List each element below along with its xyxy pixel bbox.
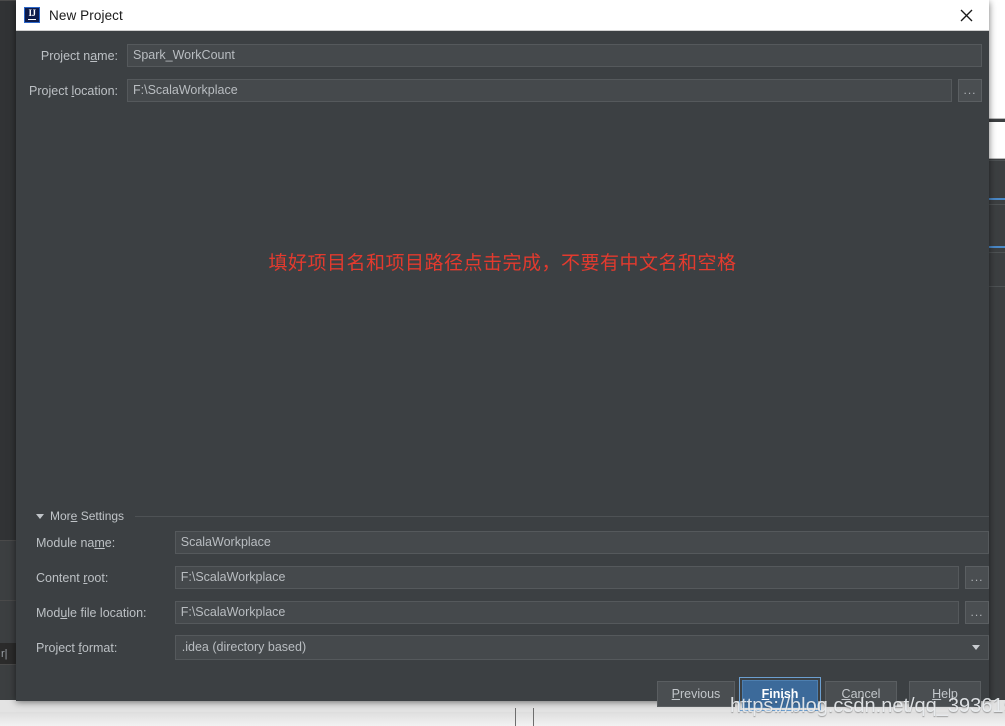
dialog-body: Project name: Spark_WorkCount Project lo… [16,31,989,711]
project-format-selected-value: .idea (directory based) [181,640,307,654]
bg-left-panel-lower [0,600,16,643]
project-format-label: Project format: [36,640,118,655]
bg-taskbar-divider [533,708,534,726]
bg-left-panel-mid [0,540,16,601]
bg-left-panel-bottom [0,664,16,701]
bg-taskbar-divider [515,708,516,726]
more-settings-header[interactable]: More Settings [36,509,989,523]
module-file-location-row: Module file location: F:\ScalaWorkplace … [16,601,989,624]
new-project-dialog: IJ New Project Project name: Spark_WorkC… [16,0,989,711]
module-name-input[interactable]: ScalaWorkplace [174,531,989,554]
previous-button[interactable]: Previous [657,681,735,707]
intellij-idea-logo-icon: IJ [24,7,40,23]
project-format-row: Project format: .idea (directory based) [16,635,989,660]
module-name-label: Module name: [36,535,116,550]
module-name-row: Module name: ScalaWorkplace [16,531,989,554]
project-name-row: Project name: Spark_WorkCount [16,44,989,67]
bg-left-fragment-text: r| [1,648,8,660]
project-location-browse-button[interactable]: ... [958,79,982,102]
bg-left-panel-upper [0,0,16,541]
dialog-title: New Project [49,7,123,23]
module-file-location-label: Module file location: [36,605,147,620]
triangle-down-icon[interactable] [36,513,44,519]
more-settings-separator [135,515,989,517]
project-location-label: Project location: [29,83,118,98]
module-file-location-input[interactable]: F:\ScalaWorkplace [174,601,960,624]
project-location-input[interactable]: F:\ScalaWorkplace [127,79,952,102]
content-root-browse-button[interactable]: ... [965,566,989,589]
close-icon[interactable] [943,0,989,30]
red-annotation-text: 填好项目名和项目路径点击完成，不要有中文名和空格 [268,252,737,274]
project-format-select[interactable]: .idea (directory based) [174,635,989,660]
chevron-down-icon[interactable] [972,645,980,650]
csdn-watermark: https://blog.csdn.net/qq_39361934 [730,695,1005,717]
content-root-row: Content root: F:\ScalaWorkplace ... [16,566,989,589]
project-location-row: Project location: F:\ScalaWorkplace ... [16,79,989,102]
dialog-titlebar: IJ New Project [16,0,989,31]
content-root-label: Content root: [36,570,109,585]
module-file-location-browse-button[interactable]: ... [965,601,989,624]
project-name-label: Project name: [40,48,118,63]
content-root-input[interactable]: F:\ScalaWorkplace [174,566,960,589]
more-settings-label: More Settings [50,509,125,523]
project-name-input[interactable]: Spark_WorkCount [127,44,982,67]
